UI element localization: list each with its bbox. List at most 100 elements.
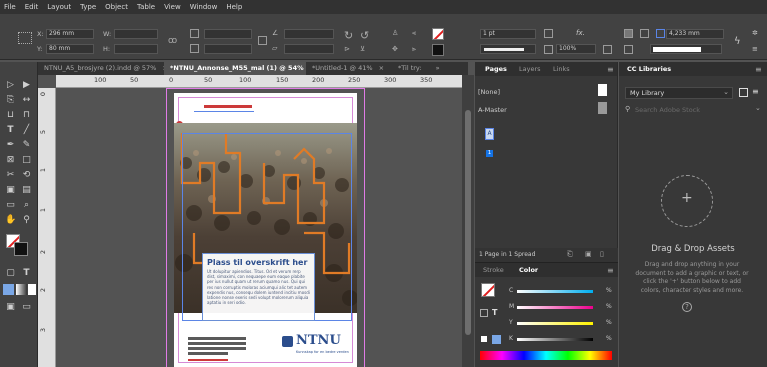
line-tool-icon[interactable]: ╱ bbox=[21, 125, 32, 136]
rotate-cw-icon[interactable]: ↻ bbox=[344, 29, 353, 42]
gap-tool-icon[interactable]: ↔ bbox=[21, 95, 32, 106]
stock-search-input[interactable]: Search Adobe Stock bbox=[635, 106, 747, 114]
w-field[interactable] bbox=[114, 29, 158, 39]
fx-icon[interactable]: fx. bbox=[576, 29, 585, 38]
menu-file[interactable]: File bbox=[4, 3, 16, 11]
a-master-label[interactable]: A-Master bbox=[478, 106, 507, 114]
note-tool-icon[interactable]: ▭ bbox=[5, 200, 16, 211]
object-style-dropdown[interactable] bbox=[650, 44, 722, 54]
stroke-weight-field[interactable]: 1 pt bbox=[480, 29, 536, 39]
menu-view[interactable]: View bbox=[164, 3, 181, 11]
panel-menu-icon[interactable]: ≡ bbox=[755, 65, 762, 74]
scale-x-field[interactable] bbox=[204, 29, 252, 39]
tab-links[interactable]: Links bbox=[553, 62, 570, 76]
document-canvas[interactable]: Plass til overskrift her Ut dolupitur ap… bbox=[56, 88, 462, 367]
normal-view-icon[interactable]: ▣ bbox=[5, 302, 16, 313]
scissors-tool-icon[interactable]: ✂ bbox=[5, 170, 16, 181]
tab-color[interactable]: Color bbox=[519, 263, 538, 277]
menu-type[interactable]: Type bbox=[80, 3, 96, 11]
tab-untitled[interactable]: *Untitled-1 @ 41% × bbox=[306, 62, 392, 75]
tab-close-icon[interactable]: × bbox=[379, 64, 384, 72]
rotate-icon[interactable]: ∠ bbox=[272, 29, 281, 38]
text-wrap-icon[interactable] bbox=[603, 45, 612, 54]
rectangle-frame-tool-icon[interactable]: ⊠ bbox=[5, 155, 16, 166]
scale-y-icon[interactable] bbox=[190, 44, 199, 53]
delete-page-icon[interactable]: ▯ bbox=[600, 250, 604, 258]
tab-annonse[interactable]: *NTNU_Annonse_M55_mal (1) @ 54% × bbox=[164, 62, 306, 75]
tab-pages[interactable]: Pages bbox=[485, 62, 507, 76]
h-field[interactable] bbox=[114, 44, 158, 54]
apply-none-icon[interactable] bbox=[28, 284, 36, 295]
k-slider[interactable] bbox=[517, 338, 593, 341]
align-bottom-icon[interactable] bbox=[624, 45, 633, 54]
tab-layers[interactable]: Layers bbox=[519, 62, 541, 76]
panel-menu-icon[interactable]: ≡ bbox=[752, 45, 761, 54]
menu-object[interactable]: Object bbox=[105, 3, 128, 11]
align-icon[interactable] bbox=[624, 29, 633, 38]
none-swatch-small[interactable] bbox=[481, 336, 487, 342]
blue-swatch-small[interactable] bbox=[492, 335, 501, 344]
new-page-icon[interactable]: ▣ bbox=[585, 250, 592, 258]
page-1-number[interactable]: 1 bbox=[486, 150, 493, 157]
y-slider[interactable] bbox=[517, 322, 593, 325]
color-text-icon[interactable]: T bbox=[492, 308, 497, 317]
spectrum-bar[interactable] bbox=[480, 351, 612, 360]
zoom-tool-icon[interactable]: ⚲ bbox=[21, 215, 32, 226]
direct-selection-tool-icon[interactable]: ▶ bbox=[21, 80, 32, 91]
none-master-label[interactable]: [None] bbox=[478, 88, 500, 96]
select-content-icon[interactable]: ✥ bbox=[392, 45, 401, 54]
gradient-swatch-tool-icon[interactable]: ▣ bbox=[5, 185, 16, 196]
chevron-down-icon[interactable]: ⌄ bbox=[755, 104, 761, 112]
menu-layout[interactable]: Layout bbox=[47, 3, 71, 11]
tab-stroke[interactable]: Stroke bbox=[483, 263, 504, 277]
shear-field[interactable] bbox=[284, 44, 334, 54]
y-field[interactable]: 80 mm bbox=[46, 44, 94, 54]
menu-window[interactable]: Window bbox=[190, 3, 218, 11]
constrain-proportions-icon[interactable]: ꝏ bbox=[168, 36, 177, 46]
vertical-ruler[interactable]: 0 5 1 1 2 2 3 bbox=[38, 88, 56, 367]
scale-x-icon[interactable] bbox=[190, 29, 199, 38]
gradient-feather-tool-icon[interactable]: ▤ bbox=[21, 185, 32, 196]
apply-color-icon[interactable] bbox=[3, 284, 14, 295]
menu-table[interactable]: Table bbox=[137, 3, 155, 11]
rectangle-tool-icon[interactable]: □ bbox=[21, 155, 32, 166]
fill-swatch[interactable] bbox=[432, 28, 444, 40]
column-icon[interactable] bbox=[656, 29, 665, 38]
color-formatting-icon[interactable] bbox=[480, 309, 488, 317]
content-collector-icon[interactable]: ⊔ bbox=[5, 110, 16, 121]
opacity-icon[interactable] bbox=[544, 45, 553, 54]
type-tool-icon[interactable]: T bbox=[5, 125, 16, 136]
flip-vertical-icon[interactable]: ⊻ bbox=[360, 45, 369, 54]
canvas-vertical-scrollbar[interactable] bbox=[462, 75, 474, 367]
tab-til-trykk[interactable]: *Til try: » bbox=[392, 62, 468, 75]
lightning-icon[interactable]: ϟ bbox=[734, 36, 743, 47]
grid-view-icon[interactable] bbox=[739, 88, 748, 97]
list-view-icon[interactable]: ≡ bbox=[752, 88, 761, 97]
formatting-text-icon[interactable]: T bbox=[21, 268, 32, 279]
tab-overflow-icon[interactable]: » bbox=[436, 64, 440, 72]
shear-icon[interactable]: ▱ bbox=[272, 44, 281, 53]
panel-menu-icon[interactable]: ≡ bbox=[607, 266, 614, 275]
pen-tool-icon[interactable]: ✒ bbox=[5, 140, 16, 151]
pencil-tool-icon[interactable]: ✎ bbox=[21, 140, 32, 151]
scrollbar-thumb[interactable] bbox=[465, 110, 471, 335]
m-slider[interactable] bbox=[517, 306, 593, 309]
scale-y-field[interactable] bbox=[204, 44, 252, 54]
page-1-thumb[interactable]: A bbox=[485, 128, 494, 140]
select-next-icon[interactable]: ⫸ bbox=[412, 45, 421, 54]
library-dropdown[interactable]: My Library ⌄ bbox=[625, 87, 733, 99]
apply-gradient-icon[interactable] bbox=[16, 284, 27, 295]
color-fill-stroke-swatch[interactable] bbox=[481, 283, 495, 297]
reference-point-icon[interactable] bbox=[18, 32, 32, 44]
menu-edit[interactable]: Edit bbox=[25, 3, 39, 11]
stroke-swatch[interactable] bbox=[432, 44, 444, 56]
free-transform-tool-icon[interactable]: ⟲ bbox=[21, 170, 32, 181]
none-master-thumb[interactable] bbox=[598, 84, 607, 96]
width-field[interactable]: 4,233 mm bbox=[666, 29, 724, 39]
c-slider[interactable] bbox=[517, 290, 593, 293]
screen-mode-icon[interactable]: ▭ bbox=[21, 302, 32, 313]
hand-tool-icon[interactable]: ✋ bbox=[5, 215, 16, 226]
frame-fitting-icon[interactable] bbox=[544, 29, 553, 38]
add-plus-icon[interactable]: + bbox=[681, 190, 693, 206]
horizontal-ruler[interactable]: 100 50 0 50 100 150 200 250 300 350 bbox=[56, 75, 462, 88]
